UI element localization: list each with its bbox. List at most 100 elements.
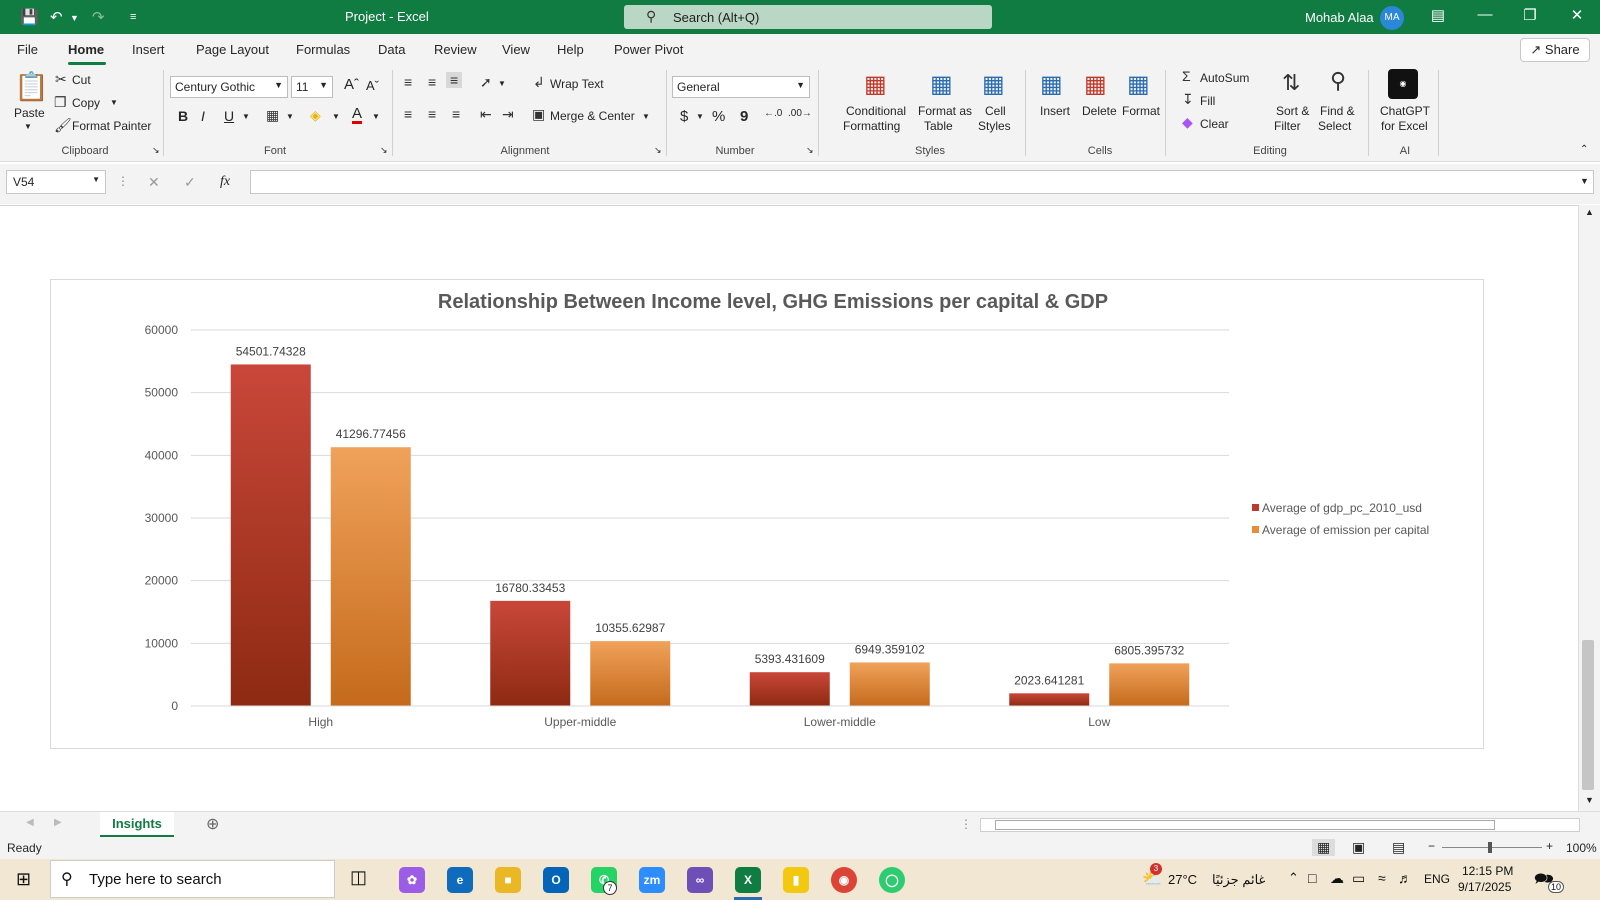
undo-icon[interactable]: ↶ [50,8,63,26]
sheet-tab-insights[interactable]: Insights [100,812,174,838]
normal-view-icon[interactable]: ▦ [1312,839,1336,856]
alignment-launcher-icon[interactable]: ↘ [654,145,662,156]
taskbar-search[interactable]: ⚲ Type here to search [50,860,335,898]
top-align-icon[interactable]: ≡ [404,74,412,90]
increase-decimal-icon[interactable]: ←.0 [764,108,782,119]
fill-color-icon[interactable]: ◈ [310,107,321,124]
excel-icon[interactable]: X [735,867,761,893]
show-hidden-icons[interactable]: ⌃ [1288,870,1299,886]
chrome-icon[interactable]: ◉ [831,867,857,893]
tab-home[interactable]: Home [68,42,104,57]
add-sheet-icon[interactable]: ⊕ [206,814,219,834]
tab-page-layout[interactable]: Page Layout [196,42,269,57]
middle-align-icon[interactable]: ≡ [428,74,436,90]
ribbon-display-icon[interactable]: ▤ [1423,6,1453,24]
italic-button[interactable]: I [201,108,205,124]
merge-dropdown-icon[interactable]: ▼ [642,112,650,121]
autosum-button[interactable]: AutoSum [1200,71,1249,85]
number-launcher-icon[interactable]: ↘ [806,145,814,156]
battery-icon[interactable]: ▭ [1352,870,1365,887]
decrease-decimal-icon[interactable]: .00→ [788,108,812,119]
page-layout-view-icon[interactable]: ▣ [1352,839,1365,856]
percent-button[interactable]: % [712,108,725,125]
tab-review[interactable]: Review [434,42,477,57]
collapse-ribbon-icon[interactable]: ⌃ [1580,144,1588,155]
insert-cells-button[interactable]: Insert [1040,104,1070,118]
next-sheet-icon[interactable]: ▶ [54,817,62,828]
search-box[interactable]: ⚲ Search (Alt+Q) [624,5,992,29]
tab-data[interactable]: Data [378,42,405,57]
align-center-icon[interactable]: ≡ [428,106,436,122]
decrease-indent-icon[interactable]: ⇤ [480,106,492,123]
copy-button[interactable]: Copy [72,96,100,110]
format-as-table-button[interactable]: Format as [918,104,972,118]
paste-icon[interactable]: 📋 [14,70,49,103]
font-color-dropdown-icon[interactable]: ▼ [372,112,380,121]
weather-description[interactable]: غائم جزئيًا [1212,872,1265,888]
paste-dropdown-icon[interactable]: ▼ [24,122,32,131]
user-name[interactable]: Mohab Alaa [1305,10,1374,25]
zoom-out-icon[interactable]: − [1428,839,1435,853]
close-icon[interactable]: ✕ [1562,6,1592,24]
chatgpt-button[interactable]: ChatGPT [1380,104,1430,118]
tab-insert[interactable]: Insert [132,42,165,57]
clock-time[interactable]: 12:15 PM [1462,864,1513,878]
comma-button[interactable]: 9 [740,108,748,125]
tab-help[interactable]: Help [557,42,584,57]
bar-gdp-low[interactable] [1009,693,1090,706]
decrease-font-icon[interactable]: Aˇ [366,78,379,93]
tab-view[interactable]: View [502,42,530,57]
page-break-view-icon[interactable]: ▤ [1392,839,1405,856]
formula-input[interactable] [250,170,1594,194]
bar-emission-upper-middle[interactable] [590,641,671,706]
bar-emission-low[interactable] [1109,663,1190,706]
legend-item[interactable]: Average of gdp_pc_2010_usd [1262,501,1422,515]
windows-start-icon[interactable]: ⊞ [16,869,31,890]
power-bi-icon[interactable]: ▮ [783,867,809,893]
delete-cells-button[interactable]: Delete [1082,104,1117,118]
tab-file[interactable]: File [17,42,38,57]
paste-button[interactable]: Paste [14,106,45,120]
file-explorer-icon[interactable]: ■ [495,867,521,893]
cut-button[interactable]: Cut [72,73,91,87]
restore-icon[interactable]: ❐ [1515,6,1545,24]
visual-studio-icon[interactable]: ∞ [687,867,713,893]
bar-emission-high[interactable] [330,447,411,706]
save-icon[interactable]: 💾 [20,8,39,26]
expand-formula-icon[interactable]: ▼ [1580,176,1589,186]
cell-styles-button[interactable]: Cell [985,104,1006,118]
font-family-select[interactable]: Century Gothic ▼ [170,76,288,98]
currency-button[interactable]: $ [680,108,688,125]
find-select-button[interactable]: Find & [1320,104,1355,118]
onedrive-icon[interactable]: ☁ [1330,870,1344,887]
merge-center-button[interactable]: Merge & Center [550,109,635,123]
language-indicator[interactable]: ENG [1424,872,1450,886]
horizontal-scrollbar[interactable] [980,818,1580,832]
wifi-icon[interactable]: ≈ [1378,870,1386,886]
prev-sheet-icon[interactable]: ◀ [26,817,34,828]
task-view-icon[interactable]: ◫ [350,867,367,888]
number-format-select[interactable]: General ▼ [672,76,810,98]
format-painter-button[interactable]: Format Painter [72,119,151,133]
customize-toolbar-icon[interactable]: ≡ [130,11,136,23]
volume-icon[interactable]: ♬ [1398,870,1412,886]
zoom-slider-thumb[interactable] [1488,842,1492,853]
loader-app-icon[interactable]: ◯ [879,867,905,893]
sort-filter-button[interactable]: Sort & [1276,104,1309,118]
name-box[interactable]: V54 ▼ [6,170,106,194]
undo-dropdown-icon[interactable]: ▼ [70,13,79,23]
format-cells-button[interactable]: Format [1122,104,1160,118]
borders-icon[interactable]: ▦ [266,107,279,124]
zoom-slider[interactable] [1442,847,1542,848]
tab-formulas[interactable]: Formulas [296,42,350,57]
increase-font-icon[interactable]: Aˆ [344,76,359,93]
avatar[interactable]: MA [1380,6,1404,30]
increase-indent-icon[interactable]: ⇥ [502,106,514,123]
zoom-level[interactable]: 100% [1566,841,1597,855]
edge-icon[interactable]: e [447,867,473,893]
splitter-icon[interactable]: ⋮ [960,817,972,831]
outlook-icon[interactable]: O [543,867,569,893]
zoom-in-icon[interactable]: + [1546,839,1553,853]
meet-now-icon[interactable]: □ [1308,870,1316,886]
copy-dropdown-icon[interactable]: ▼ [110,98,118,107]
